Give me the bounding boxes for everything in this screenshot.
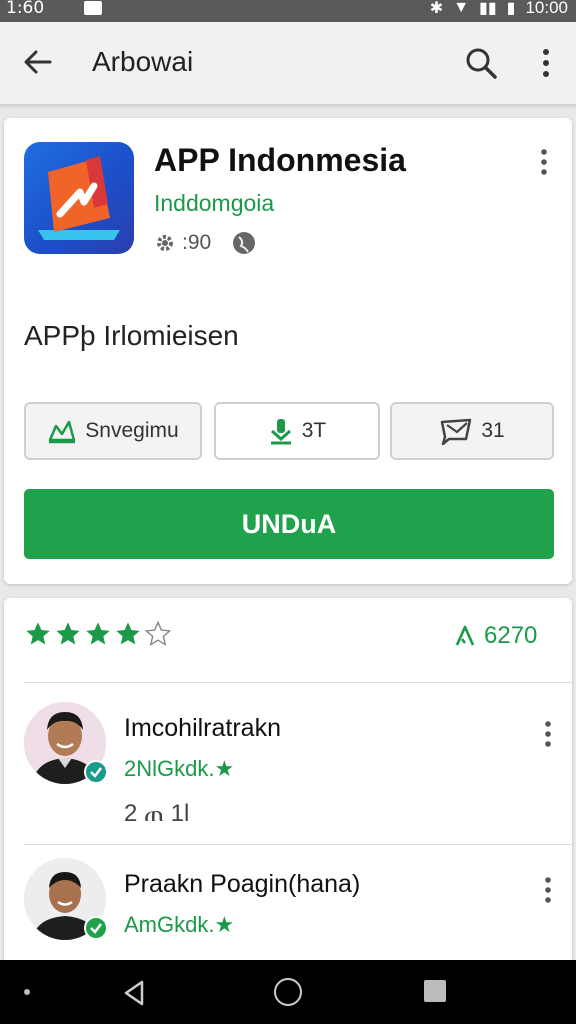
status-time-left: 1:60 — [6, 0, 45, 18]
battery-icon: ▮ — [506, 0, 516, 17]
share-icon — [49, 420, 76, 444]
app-subtitle: APPþ Irlomieisen — [24, 320, 239, 351]
star-empty-icon — [144, 620, 172, 646]
back-arrow-icon[interactable] — [20, 44, 56, 80]
system-nav-bar — [0, 960, 576, 1024]
meta-value: :90 — [182, 231, 212, 254]
app-bar: Arbowai — [0, 22, 576, 105]
download-icon — [270, 419, 291, 445]
gear-icon — [157, 235, 173, 251]
message-button-label: 31 — [481, 419, 505, 442]
app-name: APP Indonmesia — [154, 142, 406, 178]
reviewer-subtitle: AmGkdk.★ — [124, 912, 235, 937]
download-button-label: 3T — [301, 419, 327, 442]
signal-icon: ▮▮ — [479, 0, 497, 17]
verified-badge-icon — [84, 760, 108, 784]
app-details-card: APP Indonmesia Inddomgoia :90 APPþ Irlom… — [4, 118, 572, 584]
divider — [24, 844, 572, 845]
app-bar-title: Arbowai — [92, 46, 194, 77]
nav-home-icon[interactable] — [274, 978, 302, 1006]
nav-recents-icon[interactable] — [424, 980, 446, 1002]
search-icon[interactable] — [464, 46, 498, 80]
review-overflow-icon[interactable] — [540, 876, 556, 904]
notification-icon — [84, 1, 102, 15]
share-button[interactable]: Snvegimu — [24, 402, 202, 460]
nav-dot-icon — [24, 989, 30, 995]
reviewer-name: Imcohilratrakn — [124, 714, 281, 742]
status-bar: 1:60 ✱ ▼ ▮▮ ▮ 10:00 — [0, 0, 576, 22]
divider — [24, 682, 572, 683]
review-likes: 2 ጠ 1l — [124, 800, 190, 827]
wifi-icon: ▼ — [453, 0, 470, 16]
overflow-menu-icon[interactable] — [534, 46, 558, 80]
share-button-label: Snvegimu — [85, 419, 179, 442]
download-button[interactable]: 3T — [214, 402, 380, 460]
app-logo-graphic — [38, 156, 120, 240]
app-icon — [24, 142, 134, 254]
reviewer-subtitle: 2NlGkdk.★ — [124, 756, 235, 781]
message-icon — [441, 418, 472, 445]
rating-stars — [24, 620, 172, 648]
star-filled-icon — [26, 622, 50, 645]
globe-icon — [233, 232, 256, 254]
rating-count: 6270 — [454, 622, 537, 650]
app-overflow-icon[interactable] — [536, 148, 552, 176]
star-filled-icon — [116, 622, 140, 645]
message-button[interactable]: 31 — [390, 402, 554, 460]
app-meta: :90 — [154, 230, 257, 256]
nav-back-icon[interactable] — [120, 978, 150, 1008]
status-icons: ✱ ▼ ▮▮ ▮ 10:00 — [430, 0, 568, 18]
action-buttons: Snvegimu 3T 31 — [24, 402, 554, 460]
review-item: Imcohilratrakn 2NlGkdk.★ 2 ጠ 1l — [24, 702, 564, 842]
install-button[interactable]: UNDuA — [24, 489, 554, 559]
vibrate-icon: ✱ — [429, 0, 444, 17]
rating-count-value: 6270 — [484, 622, 538, 649]
star-filled-icon — [56, 622, 80, 645]
status-time-right: 10:00 — [525, 0, 568, 17]
star-filled-icon — [86, 622, 110, 645]
reviewer-name: Praakn Poagin(hana) — [124, 870, 361, 898]
ratings-card: 6270 Imcohilratrakn 2NlGkdk.★ 2 ጠ 1l Pra… — [4, 598, 572, 978]
verified-badge-icon — [84, 916, 108, 940]
developer-link[interactable]: Inddomgoia — [154, 190, 274, 217]
trend-icon — [455, 625, 475, 646]
review-overflow-icon[interactable] — [540, 720, 556, 748]
